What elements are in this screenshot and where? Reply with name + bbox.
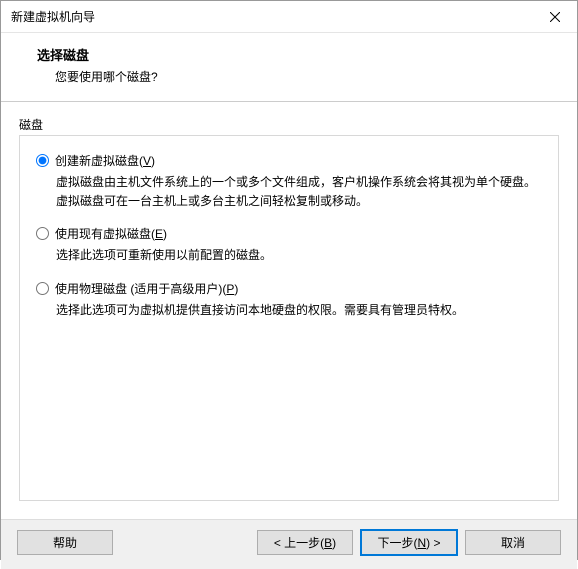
close-button[interactable] <box>532 1 577 33</box>
description-physical: 选择此选项可为虚拟机提供直接访问本地硬盘的权限。需要具有管理员特权。 <box>36 301 542 320</box>
option-create-new-disk: 创建新虚拟磁盘(V) 虚拟磁盘由主机文件系统上的一个或多个文件组成，客户机操作系… <box>36 152 542 211</box>
next-button[interactable]: 下一步(N) > <box>361 530 457 555</box>
option-use-existing-disk: 使用现有虚拟磁盘(E) 选择此选项可重新使用以前配置的磁盘。 <box>36 225 542 265</box>
radio-label-create[interactable]: 创建新虚拟磁盘(V) <box>55 152 155 169</box>
description-create: 虚拟磁盘由主机文件系统上的一个或多个文件组成，客户机操作系统会将其视为单个硬盘。… <box>36 173 542 211</box>
button-bar: 帮助 < 上一步(B) 下一步(N) > 取消 <box>1 519 577 569</box>
description-existing: 选择此选项可重新使用以前配置的磁盘。 <box>36 246 542 265</box>
close-icon <box>550 12 560 22</box>
back-button[interactable]: < 上一步(B) <box>257 530 353 555</box>
cancel-button[interactable]: 取消 <box>465 530 561 555</box>
page-title: 选择磁盘 <box>37 45 559 64</box>
titlebar: 新建虚拟机向导 <box>1 1 577 33</box>
radio-create-new-disk[interactable] <box>36 154 49 167</box>
help-button[interactable]: 帮助 <box>17 530 113 555</box>
radio-label-existing[interactable]: 使用现有虚拟磁盘(E) <box>55 225 167 242</box>
page-subtitle: 您要使用哪个磁盘? <box>37 68 559 85</box>
disk-group: 创建新虚拟磁盘(V) 虚拟磁盘由主机文件系统上的一个或多个文件组成，客户机操作系… <box>19 135 559 501</box>
window-title: 新建虚拟机向导 <box>11 8 95 25</box>
group-label: 磁盘 <box>19 116 559 133</box>
option-use-physical-disk: 使用物理磁盘 (适用于高级用户)(P) 选择此选项可为虚拟机提供直接访问本地硬盘… <box>36 280 542 320</box>
content-area: 磁盘 创建新虚拟磁盘(V) 虚拟磁盘由主机文件系统上的一个或多个文件组成，客户机… <box>1 102 577 519</box>
wizard-header: 选择磁盘 您要使用哪个磁盘? <box>1 33 577 102</box>
radio-use-existing-disk[interactable] <box>36 227 49 240</box>
radio-label-physical[interactable]: 使用物理磁盘 (适用于高级用户)(P) <box>55 280 238 297</box>
radio-use-physical-disk[interactable] <box>36 282 49 295</box>
